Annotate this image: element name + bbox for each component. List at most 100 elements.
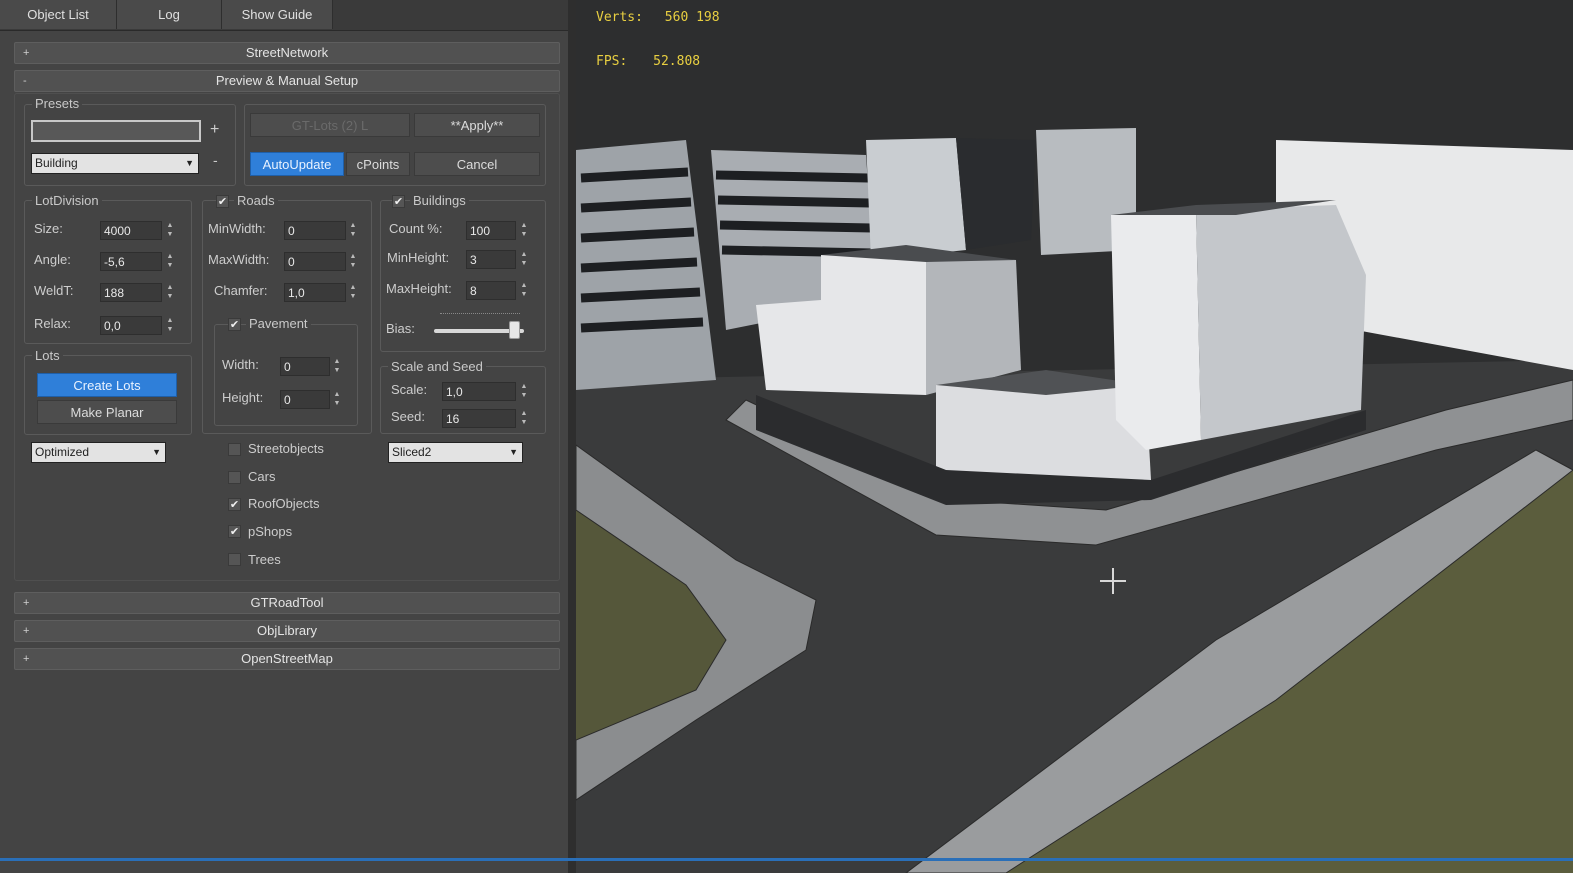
pavement-height-spinner[interactable]: 0 — [280, 390, 330, 409]
spinner-arrows-icon[interactable]: ▲ ▼ — [519, 221, 529, 240]
spinner-arrows-icon[interactable]: ▲ ▼ — [519, 281, 529, 300]
autoupdate-button[interactable]: AutoUpdate — [250, 152, 344, 176]
cars-checkbox[interactable]: ✔ — [228, 471, 241, 484]
remove-preset-button[interactable]: - — [213, 152, 218, 168]
trees-checkbox[interactable]: ✔ — [228, 553, 241, 566]
minheight-label: MinHeight: — [387, 250, 450, 265]
spinner-arrows-icon[interactable]: ▲ ▼ — [165, 316, 175, 335]
trees-label: Trees — [248, 552, 281, 567]
bias-ticks — [440, 313, 520, 315]
tab-object-list[interactable]: Object List — [0, 0, 117, 29]
minwidth-label: MinWidth: — [208, 221, 266, 236]
spinner-arrows-icon[interactable]: ▲ ▼ — [165, 221, 175, 240]
rollout-title: GTRoadTool — [250, 595, 324, 610]
weld-label: WeldT: — [34, 283, 74, 298]
pshops-checkbox[interactable]: ✔ — [228, 525, 241, 538]
pavement-width-spinner[interactable]: 0 — [280, 357, 330, 376]
roads-checkbox[interactable]: ✔ — [216, 195, 229, 208]
spinner-arrows-icon[interactable]: ▲ ▼ — [348, 221, 358, 240]
make-planar-button[interactable]: Make Planar — [37, 400, 177, 424]
spinner-arrows-icon[interactable]: ▲ ▼ — [519, 382, 529, 401]
expand-icon: + — [23, 597, 30, 609]
lots-mode-dropdown[interactable]: Optimized ▼ — [31, 442, 166, 463]
bias-slider-track[interactable] — [434, 321, 524, 339]
rollout-preview-setup[interactable]: - Preview & Manual Setup — [14, 70, 560, 92]
spinner-arrows-icon[interactable]: ▲ ▼ — [332, 390, 342, 409]
cars-label: Cars — [248, 469, 276, 484]
preset-type-value: Building — [35, 156, 78, 170]
spinner-arrows-icon[interactable]: ▲ ▼ — [348, 252, 358, 271]
rollout-gtroadtool[interactable]: + GTRoadTool — [14, 592, 560, 614]
cpoints-button[interactable]: cPoints — [346, 152, 410, 176]
minwidth-spinner[interactable]: 0 — [284, 221, 346, 240]
command-panel: Object List Log Show Guide + StreetNetwo… — [0, 0, 572, 873]
tall-building-front — [1111, 210, 1201, 450]
panel-divider[interactable] — [568, 0, 576, 873]
spinner-arrows-icon[interactable]: ▲ ▼ — [519, 409, 529, 428]
pavement-checkbox[interactable]: ✔ — [228, 318, 241, 331]
chevron-down-icon: ▼ — [509, 447, 518, 457]
angle-spinner[interactable]: -5,6 — [100, 252, 162, 271]
pavement-title: Pavement — [246, 316, 311, 331]
spinner-arrows-icon[interactable]: ▲ ▼ — [165, 283, 175, 302]
pshops-label: pShops — [248, 524, 293, 539]
verts-value: 560 198 — [664, 10, 720, 25]
rollout-title: StreetNetwork — [245, 45, 329, 60]
tab-show-guide[interactable]: Show Guide — [222, 0, 333, 29]
spinner-arrows-icon[interactable]: ▲ ▼ — [332, 357, 342, 376]
maxwidth-spinner[interactable]: 0 — [284, 252, 346, 271]
chamfer-spinner[interactable]: 1,0 — [284, 283, 346, 302]
expand-icon: + — [23, 653, 30, 665]
buildings-checkbox[interactable]: ✔ — [392, 195, 405, 208]
building-mode-dropdown[interactable]: Sliced2 ▼ — [388, 442, 523, 463]
3d-viewport[interactable]: Verts: 560 198 FPS: 52.808 — [576, 0, 1573, 873]
spinner-arrows-icon[interactable]: ▲ ▼ — [348, 283, 358, 302]
seed-spinner[interactable]: 16 — [442, 409, 516, 428]
fps-label: FPS: — [596, 54, 628, 69]
building-bg-4 — [956, 138, 1036, 250]
lots-mode-value: Optimized — [35, 445, 90, 459]
cancel-button[interactable]: Cancel — [414, 152, 540, 176]
scale-seed-title: Scale and Seed — [388, 359, 486, 374]
rollout-objlibrary[interactable]: + ObjLibrary — [14, 620, 560, 642]
rollout-title: OpenStreetMap — [241, 651, 333, 666]
spinner-arrows-icon[interactable]: ▲ ▼ — [519, 250, 529, 269]
preset-type-dropdown[interactable]: Building ▼ — [31, 153, 199, 174]
expand-icon: + — [23, 625, 30, 637]
size-spinner[interactable]: 4000 — [100, 221, 162, 240]
verts-label: Verts: — [596, 10, 643, 25]
apply-button[interactable]: **Apply** — [414, 113, 540, 137]
preset-name-field[interactable] — [31, 120, 201, 142]
lots-title: Lots — [32, 348, 63, 363]
roofobjects-checkbox[interactable]: ✔ — [228, 498, 241, 511]
progress-bar — [0, 858, 1573, 861]
tab-bar: Object List Log Show Guide — [0, 0, 568, 31]
count-spinner[interactable]: 100 — [466, 221, 516, 240]
angle-label: Angle: — [34, 252, 71, 267]
rollout-streetnetwork[interactable]: + StreetNetwork — [14, 42, 560, 64]
add-preset-button[interactable]: + — [210, 121, 219, 139]
spinner-arrows-icon[interactable]: ▲ ▼ — [165, 252, 175, 271]
relax-spinner[interactable]: 0,0 — [100, 316, 162, 335]
pavement-width-label: Width: — [222, 357, 259, 372]
building-bg-3 — [866, 138, 966, 260]
relax-label: Relax: — [34, 316, 71, 331]
weld-spinner[interactable]: 188 — [100, 283, 162, 302]
create-lots-button[interactable]: Create Lots — [37, 373, 177, 397]
verts-stat: Verts: 560 198 — [596, 10, 720, 25]
rollout-openstreetmap[interactable]: + OpenStreetMap — [14, 648, 560, 670]
bias-slider-thumb[interactable] — [509, 321, 521, 339]
rollout-title: ObjLibrary — [257, 623, 317, 638]
tall-building-side — [1196, 205, 1366, 440]
scale-spinner[interactable]: 1,0 — [442, 382, 516, 401]
roofobjects-label: RoofObjects — [248, 496, 320, 511]
minheight-spinner[interactable]: 3 — [466, 250, 516, 269]
maxheight-spinner[interactable]: 8 — [466, 281, 516, 300]
expand-icon: + — [23, 47, 30, 59]
tab-log[interactable]: Log — [117, 0, 222, 29]
chevron-down-icon: ▼ — [185, 158, 194, 168]
streetobjects-checkbox[interactable]: ✔ — [228, 443, 241, 456]
scale-label: Scale: — [391, 382, 428, 397]
maxheight-label: MaxHeight: — [386, 281, 452, 296]
chevron-down-icon: ▼ — [152, 447, 161, 457]
